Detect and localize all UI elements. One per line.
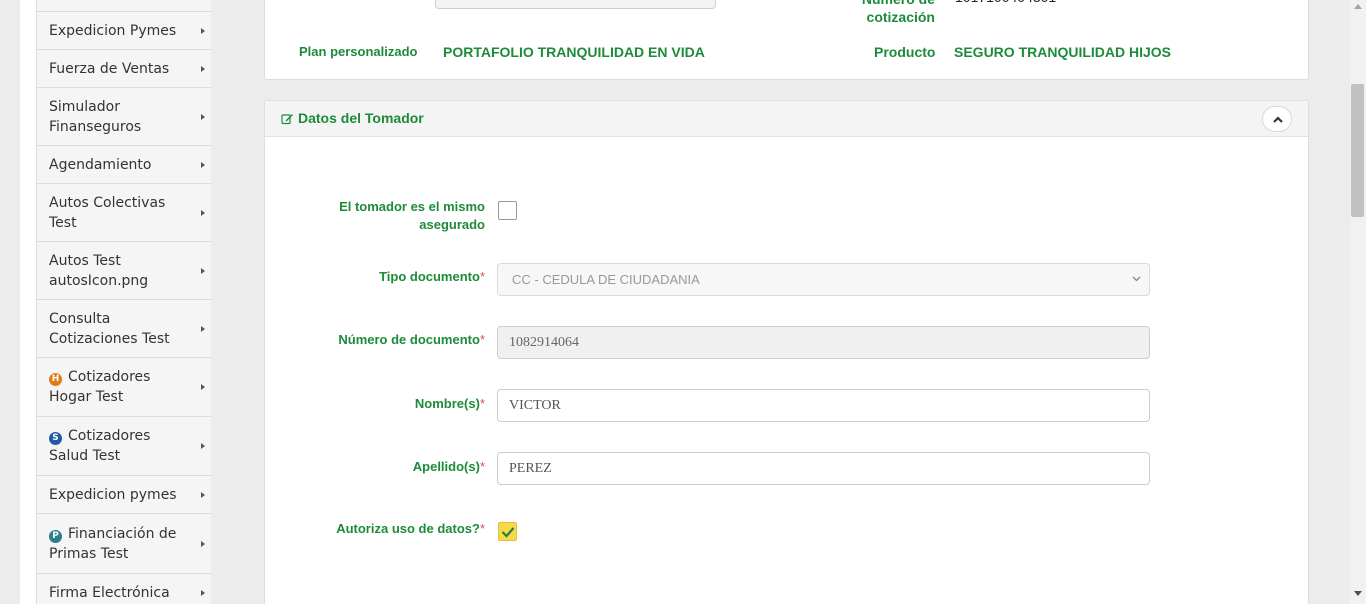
numero-documento-label-wrap: Número de documento* (325, 331, 485, 349)
sidebar-item-cotizadores-hogar-test[interactable]: H Cotizadores Hogar Test (36, 357, 211, 416)
autoriza-label-wrap: Autoriza uso de datos?* (325, 520, 485, 538)
required-mark: * (479, 521, 485, 536)
sidebar-item-label: Cotizadores Hogar Test (49, 369, 151, 405)
sidebar-item-autos-colectivas-test[interactable]: Autos Colectivas Test (36, 183, 211, 241)
collapse-button[interactable] (1262, 106, 1292, 132)
sidebar-item-label: Consulta Cotizaciones Test (49, 310, 170, 347)
caret-right-icon (201, 65, 205, 72)
caret-right-icon (201, 267, 205, 274)
required-mark: * (479, 396, 485, 411)
summary-input-field[interactable] (435, 0, 716, 9)
sidebar-item-label: Simulador Finanseguros (49, 98, 142, 135)
sidebar-item-label: Expedicion pymes (49, 486, 177, 503)
mismo-asegurado-label: El tomador es el mismo asegurado (339, 199, 485, 232)
sidebar-item-label: Autos Test autosIcon.png (49, 252, 149, 289)
caret-right-icon (201, 443, 205, 449)
hogar-badge-icon: H (49, 373, 62, 386)
primas-badge-icon: P (49, 529, 62, 543)
numero-cotizacion-label: Número de cotización (862, 0, 935, 25)
producto-value: SEGURO TRANQUILIDAD HIJOS (954, 44, 1172, 60)
checkmark-icon (501, 527, 515, 538)
caret-right-icon (201, 325, 205, 332)
sidebar-item-label-wrap: P Financiación de Primas Test (49, 524, 179, 564)
required-mark: * (479, 332, 485, 347)
sidebar-item-label: Financiación de Primas Test (49, 525, 177, 562)
sidebar-item-label: Autos Colectivas Test (49, 194, 166, 231)
tomador-panel: Datos del Tomador El tomador es el mismo… (264, 100, 1309, 604)
mismo-asegurado-checkbox[interactable] (498, 201, 517, 220)
sidebar-item-label-wrap: S Cotizadores Salud Test (49, 426, 179, 466)
scroll-down-arrow-icon[interactable] (1354, 591, 1362, 596)
scrollbar-thumb[interactable] (1351, 84, 1364, 217)
sidebar-item-consulta-cotizaciones-test[interactable]: Consulta Cotizaciones Test (36, 299, 211, 357)
sidebar-item-firma-electronica[interactable]: Firma Electrónica (36, 573, 211, 604)
plan-label: Plan personalizado (299, 44, 418, 59)
caret-right-icon (201, 540, 205, 547)
caret-right-icon (201, 209, 205, 216)
sidebar-item-fuerza-de-ventas[interactable]: Fuerza de Ventas (36, 49, 211, 87)
producto-label: Producto (874, 44, 936, 60)
edit-icon (281, 114, 293, 125)
autoriza-label: Autoriza uso de datos? (336, 521, 480, 536)
nombres-label: Nombre(s) (414, 396, 480, 411)
salud-badge-icon: S (49, 432, 62, 445)
sidebar-item-label: Agendamiento (49, 156, 152, 173)
sidebar-item-label: Firma Electrónica (49, 584, 170, 601)
quote-summary-panel: Número de cotización 1017100404301 Plan … (264, 0, 1309, 80)
required-mark: * (479, 269, 485, 284)
sidebar-item-expedicion-pymes-2[interactable]: Expedicion pymes (36, 475, 211, 513)
main-content: Número de cotización 1017100404301 Plan … (211, 0, 1350, 604)
apellidos-label-wrap: Apellido(s)* (325, 458, 485, 476)
apellidos-label: Apellido(s) (412, 459, 480, 474)
nombres-input[interactable]: VICTOR (497, 389, 1150, 422)
tipo-documento-label: Tipo documento (379, 269, 480, 284)
sidebar-item-autos-test[interactable]: Autos Test autosIcon.png (36, 241, 211, 299)
tipo-documento-select[interactable]: CC - CEDULA DE CIUDADANIA (497, 263, 1150, 296)
sidebar-item-label: Expedicion Pymes (49, 22, 177, 39)
caret-right-icon (201, 113, 205, 120)
sidebar-item-label: Cotizadores Salud Test (49, 428, 151, 464)
sidebar-item-simulador-finanseguros[interactable]: Simulador Finanseguros (36, 87, 211, 145)
nombres-label-wrap: Nombre(s)* (325, 395, 485, 413)
caret-right-icon (201, 161, 205, 168)
sidebar-item-label-wrap: H Cotizadores Hogar Test (49, 367, 179, 407)
caret-right-icon (201, 27, 205, 34)
numero-documento-label: Número de documento (338, 332, 480, 347)
plan-value: PORTAFOLIO TRANQUILIDAD EN VIDA (443, 44, 705, 60)
numero-cotizacion-value: 1017100404301 (955, 0, 1056, 5)
tomador-panel-header: Datos del Tomador (265, 101, 1308, 137)
caret-right-icon (201, 384, 205, 390)
required-mark: * (479, 459, 485, 474)
scroll-up-arrow-icon[interactable] (1354, 4, 1362, 9)
tipo-documento-value: CC - CEDULA DE CIUDADANIA (512, 272, 700, 287)
tipo-documento-label-wrap: Tipo documento* (325, 268, 485, 286)
autoriza-checkbox[interactable] (498, 522, 517, 541)
sidebar-item-financiacion-de-primas-test[interactable]: P Financiación de Primas Test (36, 513, 211, 573)
sidebar: Expedicion Pymes Fuerza de Ventas Simula… (20, 0, 211, 604)
numero-documento-input[interactable]: 1082914064 (497, 326, 1150, 359)
sidebar-item-label: Fuerza de Ventas (49, 60, 170, 77)
caret-right-icon (201, 589, 205, 596)
sidebar-item-expedicion-pymes[interactable]: Expedicion Pymes (36, 11, 211, 49)
sidebar-item-cotizadores-salud-test[interactable]: S Cotizadores Salud Test (36, 416, 211, 475)
sidebar-item-agendamiento[interactable]: Agendamiento (36, 145, 211, 183)
chevron-down-icon (1132, 276, 1141, 282)
tomador-panel-title: Datos del Tomador (298, 110, 424, 126)
chevron-up-icon (1273, 116, 1283, 123)
apellidos-input[interactable]: PEREZ (497, 452, 1150, 485)
caret-right-icon (201, 491, 205, 498)
